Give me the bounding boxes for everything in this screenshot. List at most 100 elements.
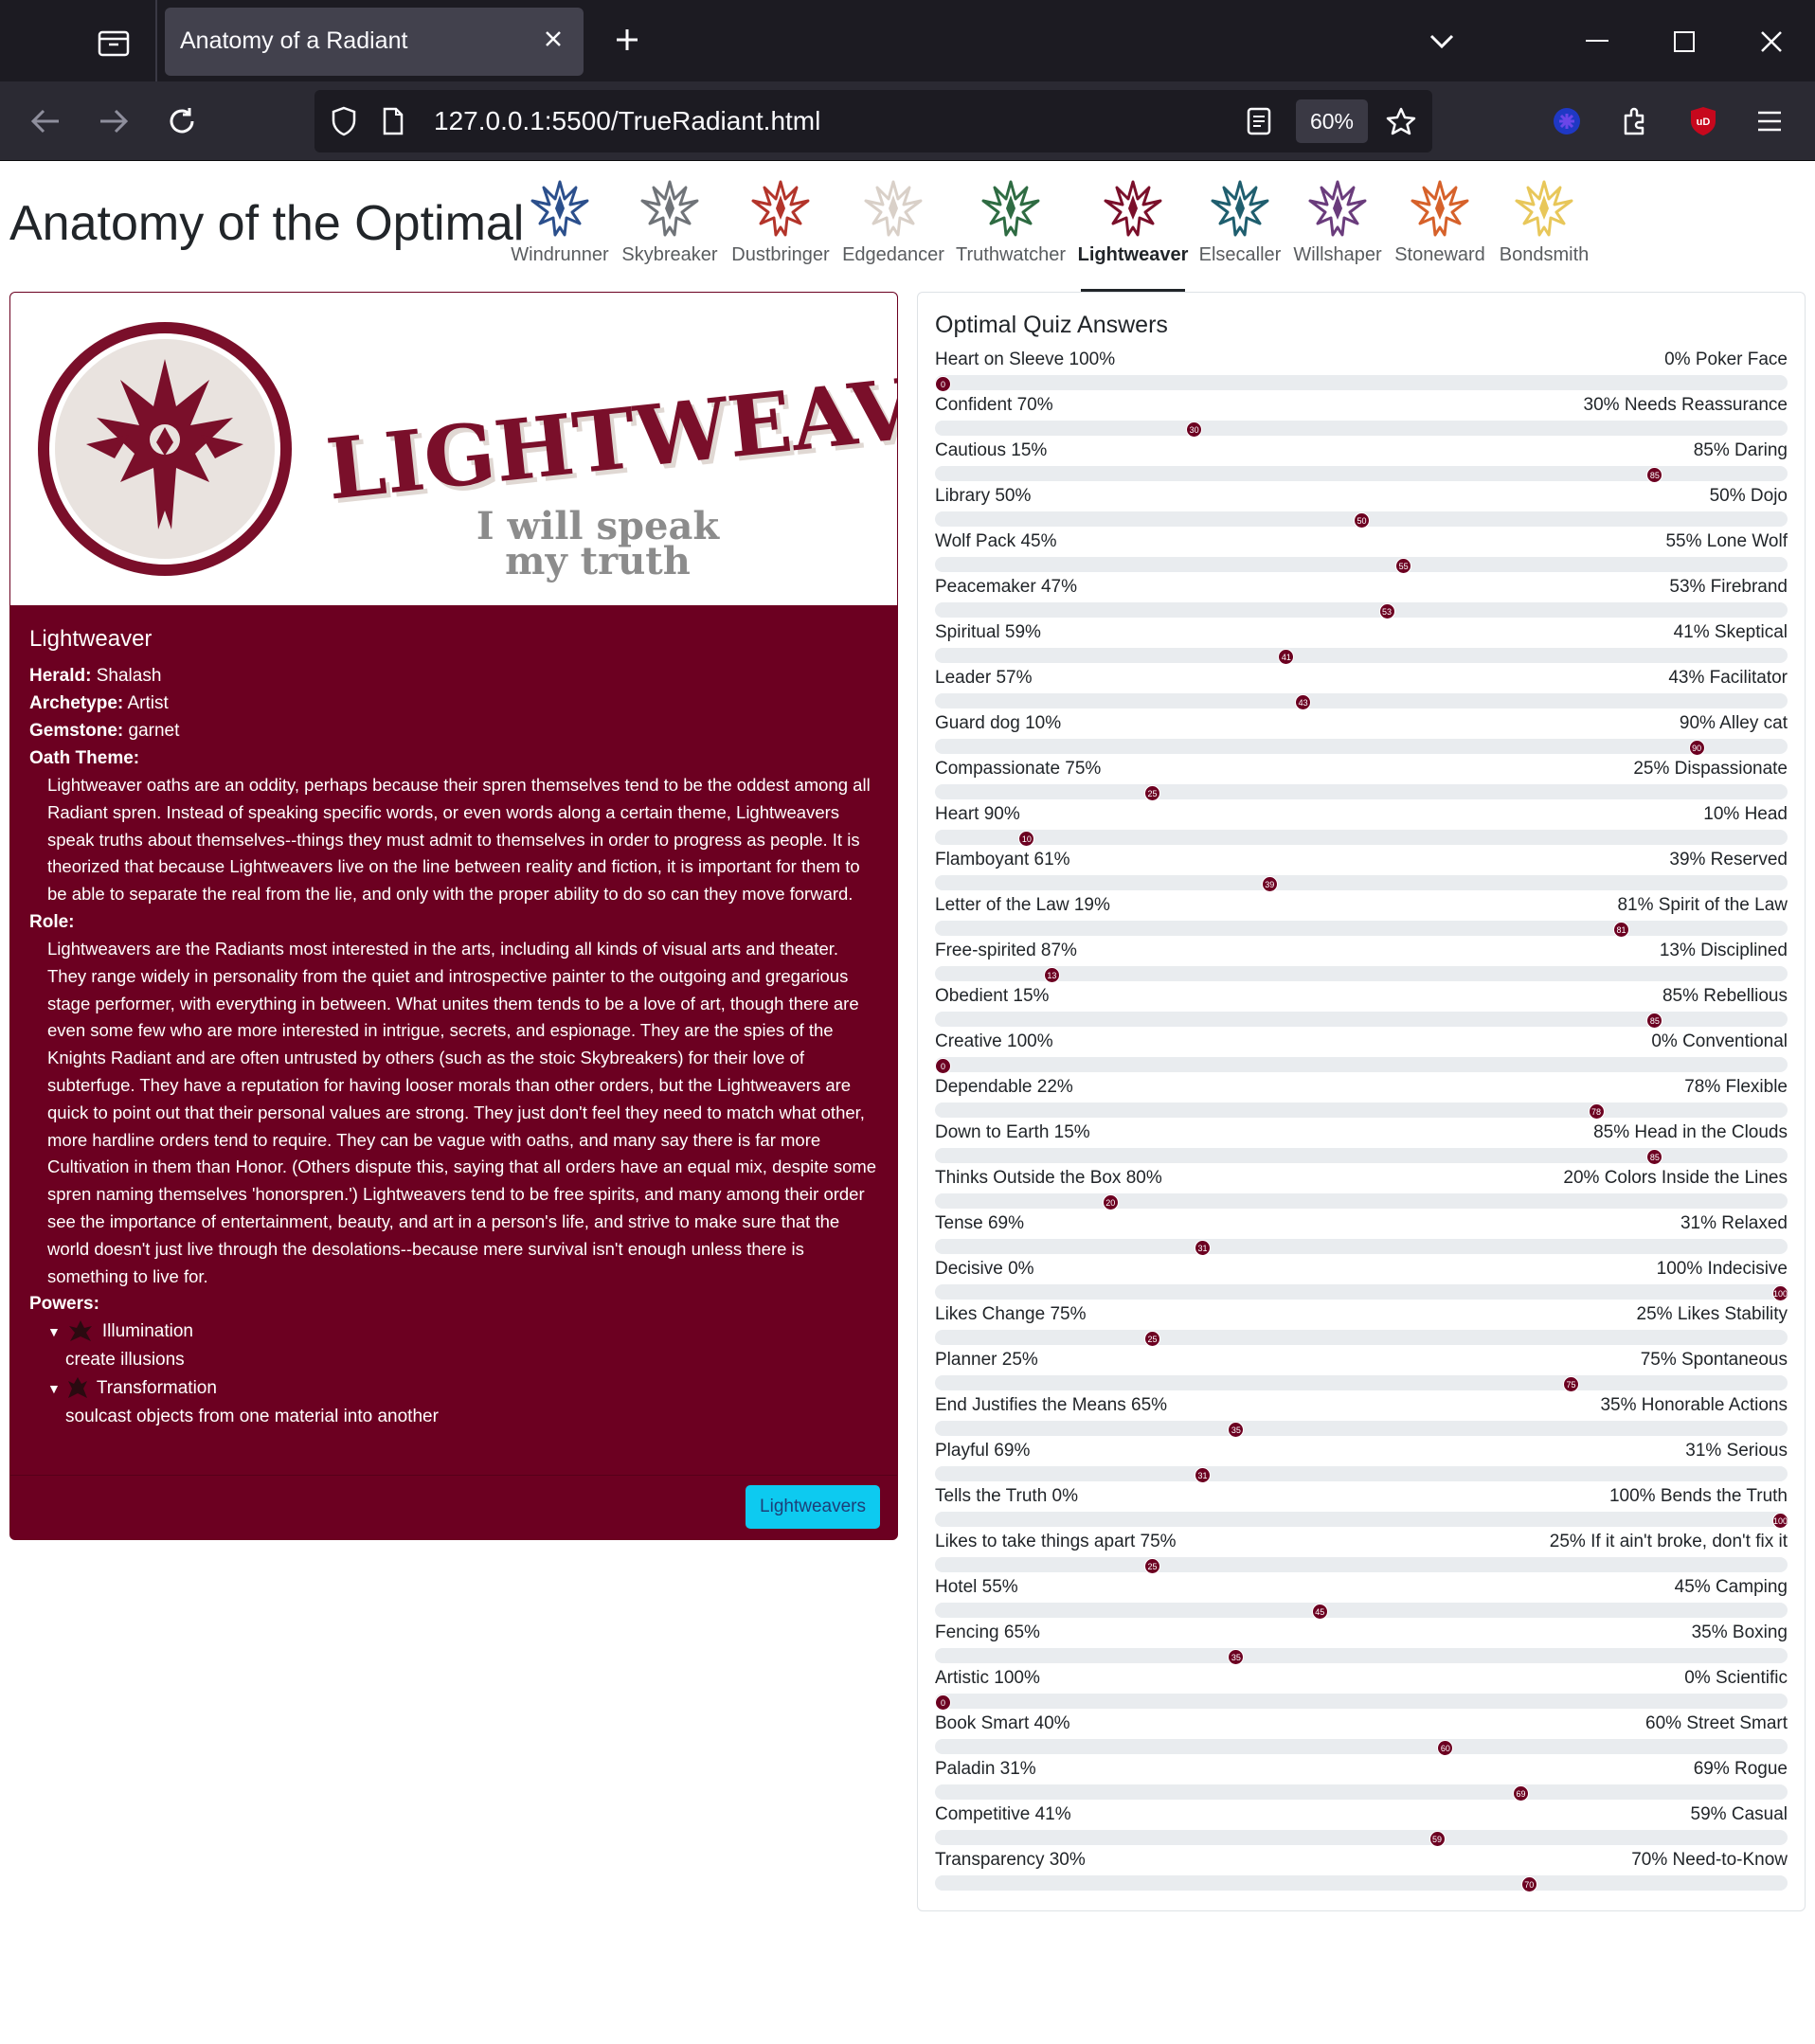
quiz-range-track[interactable]: 25 [935,1330,1788,1347]
quiz-range-track[interactable]: 13 [935,966,1788,983]
quiz-range-track[interactable]: 41 [935,648,1788,665]
quiz-range-track[interactable]: 10 [935,830,1788,847]
order-tab-truthwatcher[interactable]: Truthwatcher [956,178,1066,282]
quiz-range-thumb[interactable]: 0 [935,1058,951,1074]
quiz-range-track[interactable]: 55 [935,557,1788,574]
quiz-range-track[interactable]: 31 [935,1466,1788,1483]
quiz-range-thumb[interactable]: 31 [1195,1240,1212,1256]
quiz-range-thumb[interactable]: 13 [1043,967,1060,983]
quiz-range-track[interactable]: 75 [935,1375,1788,1392]
ublock-origin-shield-icon[interactable]: uD [1680,99,1726,144]
order-tab-windrunner[interactable]: Windrunner [508,178,612,282]
quiz-range-track[interactable]: 25 [935,784,1788,801]
tracking-protection-shield-icon[interactable] [324,101,364,141]
reader-view-icon[interactable] [1239,101,1279,141]
quiz-range-thumb[interactable]: 81 [1613,922,1630,938]
new-tab-plus-icon[interactable] [606,19,648,61]
maximize-window-icon[interactable] [1663,21,1705,63]
quiz-range-thumb[interactable]: 0 [935,1694,951,1711]
quiz-range-track[interactable]: 69 [935,1784,1788,1802]
quiz-range-track[interactable]: 20 [935,1193,1788,1210]
quiz-range-thumb[interactable]: 25 [1144,785,1160,801]
quiz-range-thumb[interactable]: 31 [1195,1467,1212,1483]
power-toggle-illumination[interactable]: ▼ Illumination [29,1318,878,1346]
quiz-range-track[interactable]: 85 [935,466,1788,483]
quiz-range-thumb[interactable]: 53 [1378,603,1395,619]
close-tab-icon[interactable] [536,22,570,56]
quiz-range-thumb[interactable]: 100 [1772,1285,1788,1301]
quiz-range-thumb[interactable]: 41 [1278,649,1295,665]
quiz-range-thumb[interactable]: 50 [1354,512,1370,529]
reload-icon[interactable] [159,99,205,144]
quiz-range-track[interactable]: 30 [935,421,1788,438]
quiz-range-thumb[interactable]: 55 [1395,558,1412,574]
order-tab-elsecaller[interactable]: Elsecaller [1188,178,1292,282]
zoom-level-button[interactable]: 60% [1296,99,1368,143]
quiz-range-thumb[interactable]: 60 [1437,1740,1454,1756]
quiz-range-thumb[interactable]: 20 [1102,1194,1119,1210]
order-tab-lightweaver[interactable]: Lightweaver [1078,178,1188,292]
extension-puzzle-colored-icon[interactable] [1544,99,1590,144]
quiz-range-track[interactable]: 43 [935,693,1788,710]
quiz-range-thumb[interactable]: 85 [1646,1013,1663,1029]
order-tab-skybreaker[interactable]: Skybreaker [618,178,722,282]
order-tab-willshaper[interactable]: Willshaper [1285,178,1390,282]
quiz-range-thumb[interactable]: 39 [1261,876,1278,892]
quiz-range-track[interactable]: 53 [935,602,1788,619]
bookmark-star-icon[interactable] [1381,101,1421,141]
quiz-range-track[interactable]: 78 [935,1103,1788,1120]
quiz-range-track[interactable]: 0 [935,375,1788,392]
quiz-range-thumb[interactable]: 43 [1295,694,1312,710]
quiz-range-track[interactable]: 0 [935,1694,1788,1711]
url-text[interactable]: 127.0.0.1:5500/TrueRadiant.html [434,106,820,136]
quiz-range-track[interactable]: 70 [935,1875,1788,1892]
order-tab-dustbringer[interactable]: Dustbringer [728,178,833,282]
application-menu-hamburger-icon[interactable] [1747,99,1792,144]
quiz-range-thumb[interactable]: 0 [935,376,951,392]
close-window-icon[interactable] [1751,21,1792,63]
quiz-range-track[interactable]: 39 [935,875,1788,892]
quiz-range-thumb[interactable]: 69 [1512,1785,1529,1802]
lightweavers-button[interactable]: Lightweavers [746,1485,880,1529]
quiz-range-track[interactable]: 85 [935,1012,1788,1029]
quiz-range-track[interactable]: 35 [935,1648,1788,1665]
quiz-range-track[interactable]: 100 [935,1512,1788,1529]
address-bar[interactable]: 127.0.0.1:5500/TrueRadiant.html 60% [314,90,1432,152]
quiz-range-thumb[interactable]: 100 [1772,1513,1788,1529]
quiz-range-track[interactable]: 90 [935,739,1788,756]
quiz-range-thumb[interactable]: 35 [1228,1649,1245,1665]
quiz-range-thumb[interactable]: 30 [1186,421,1203,438]
quiz-range-track[interactable]: 59 [935,1830,1788,1847]
browser-tab-active[interactable]: Anatomy of a Radiant [165,8,584,76]
quiz-range-thumb[interactable]: 85 [1646,1149,1663,1165]
order-tab-edgedancer[interactable]: Edgedancer [841,178,945,282]
quiz-range-thumb[interactable]: 78 [1588,1103,1605,1120]
forward-arrow-icon[interactable] [91,99,136,144]
quiz-range-thumb[interactable]: 25 [1144,1331,1160,1347]
quiz-range-track[interactable]: 0 [935,1057,1788,1074]
quiz-range-track[interactable]: 45 [935,1603,1788,1620]
list-tabs-chevron-down-icon[interactable] [1421,21,1463,63]
extensions-puzzle-icon[interactable] [1612,99,1658,144]
quiz-range-thumb[interactable]: 10 [1018,831,1035,847]
quiz-range-thumb[interactable]: 75 [1563,1376,1579,1392]
quiz-range-thumb[interactable]: 70 [1520,1876,1537,1892]
minimize-window-icon[interactable] [1576,21,1618,63]
page-info-document-icon[interactable] [373,101,413,141]
quiz-range-thumb[interactable]: 90 [1688,740,1705,756]
order-tab-stoneward[interactable]: Stoneward [1388,178,1492,282]
quiz-range-thumb[interactable]: 85 [1646,467,1663,483]
quiz-range-track[interactable]: 60 [935,1739,1788,1756]
quiz-range-track[interactable]: 25 [935,1557,1788,1574]
quiz-range-track[interactable]: 35 [935,1421,1788,1438]
power-toggle-transformation[interactable]: ▼ Transformation [29,1374,878,1403]
quiz-range-track[interactable]: 100 [935,1284,1788,1301]
quiz-range-thumb[interactable]: 35 [1228,1422,1245,1438]
quiz-range-thumb[interactable]: 25 [1144,1558,1160,1574]
order-tab-bondsmith[interactable]: Bondsmith [1492,178,1596,282]
quiz-range-track[interactable]: 81 [935,921,1788,938]
quiz-range-track[interactable]: 85 [935,1148,1788,1165]
tab-overview-icon[interactable] [87,21,140,64]
quiz-range-track[interactable]: 31 [935,1239,1788,1256]
back-arrow-icon[interactable] [23,99,68,144]
